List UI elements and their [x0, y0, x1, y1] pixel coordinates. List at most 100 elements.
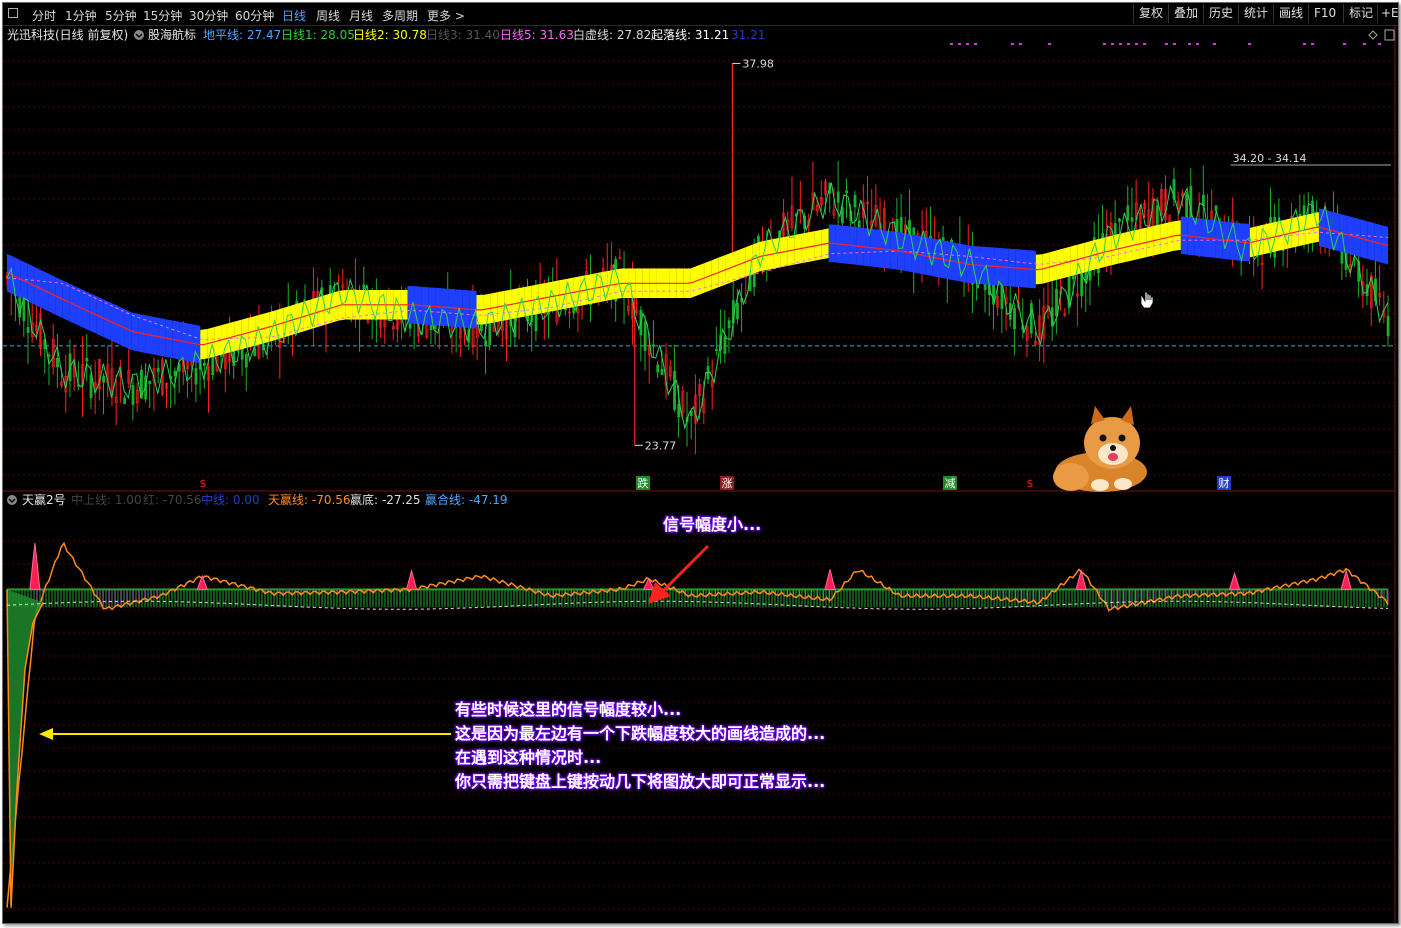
tf-60min[interactable]: 60分钟: [235, 7, 274, 24]
signal-peak: [196, 574, 209, 590]
signal-dot: [1135, 43, 1138, 45]
tf-more[interactable]: 更多 >: [427, 7, 465, 24]
window-icon[interactable]: [1384, 29, 1395, 41]
signal-dot: [1173, 43, 1176, 45]
mark-button[interactable]: 标记: [1343, 4, 1378, 23]
low-price-label: 23.77: [645, 439, 677, 452]
red-arrow: [661, 544, 710, 593]
expand-button[interactable]: +E: [1377, 4, 1398, 23]
tf-daily[interactable]: 日线: [282, 7, 306, 24]
legend-baixuxian: 白虚线: 27.82: [573, 27, 651, 42]
candle-body: [723, 336, 727, 354]
signal-dot: [1019, 43, 1022, 45]
legend-rixian1: 日线1: 28.05: [281, 28, 355, 42]
candle-body: [689, 410, 693, 417]
signal-dot: [1103, 43, 1106, 45]
indicator-toggle-icon[interactable]: [134, 30, 144, 40]
diamond-icon[interactable]: [1368, 30, 1378, 40]
main-indicator-name: 股海航标: [148, 27, 196, 42]
signal-dot: [1311, 43, 1314, 45]
tf-weekly[interactable]: 周线: [316, 7, 340, 24]
candle-body: [1126, 205, 1130, 221]
tf-multi[interactable]: 多周期: [382, 7, 418, 24]
candle-body: [853, 194, 857, 208]
signal-dot: [1127, 43, 1130, 45]
tf-fenshi[interactable]: 分时: [32, 7, 56, 24]
signal-dot: [1196, 43, 1199, 45]
overlay-button[interactable]: 叠加: [1168, 4, 1203, 23]
candle-body: [89, 374, 93, 399]
legend-rixian3: 日线3: 31.40: [426, 28, 500, 42]
candle-body: [244, 353, 248, 368]
note-line-2: 这是因为最左边有一个下跌幅度较大的画线造成的...: [455, 724, 826, 743]
candle-body: [736, 302, 739, 320]
signal-dot: [1048, 43, 1051, 45]
candle-body: [47, 354, 51, 357]
candle-body: [1013, 308, 1016, 330]
stats-button[interactable]: 统计: [1238, 4, 1273, 23]
legend-rixian2: 日线2: 30.78: [353, 28, 427, 42]
signal-peak: [405, 568, 418, 590]
candle-body: [836, 191, 840, 203]
tf-monthly[interactable]: 月线: [349, 7, 373, 24]
candle-body: [148, 380, 152, 385]
candle-body: [1029, 303, 1033, 334]
signal-peak: [1228, 571, 1241, 590]
stock-chart-window: 分时 1分钟 5分钟 15分钟 30分钟 60分钟 日线 周线 月线 多周期 更…: [2, 2, 1399, 924]
legend-dipingxian: 地平线: 27.47: [203, 28, 281, 42]
candle-body: [102, 375, 106, 383]
signal-dot: [1188, 43, 1191, 45]
signal-dot: [1303, 43, 1306, 45]
marker-label: 跌: [638, 476, 649, 490]
menu-square-icon[interactable]: [8, 8, 18, 18]
tf-30min[interactable]: 30分钟: [189, 7, 228, 24]
candle-body: [240, 348, 244, 360]
candle-body: [85, 357, 89, 362]
candle-body: [26, 326, 30, 333]
candle-body: [727, 320, 731, 329]
sub-legend-tianying: 天赢线: -70.56: [268, 492, 351, 507]
candle-body: [841, 207, 844, 224]
note-line-1: 有些时候这里的信号幅度较小...: [455, 700, 682, 719]
signal-dot: [958, 43, 961, 45]
signal-dot: [1165, 43, 1168, 45]
tf-5min[interactable]: 5分钟: [105, 7, 137, 24]
toolbar: 分时 1分钟 5分钟 15分钟 30分钟 60分钟 日线 周线 月线 多周期 更…: [3, 3, 1398, 26]
sub-legend-hong: 红: -70.56: [143, 492, 202, 507]
candle-body: [1340, 250, 1344, 264]
range-label: 34.20 - 34.14: [1233, 152, 1307, 165]
candle-body: [156, 367, 160, 372]
stock-title: 光迅科技(日线 前复权): [7, 27, 128, 42]
candle-body: [1386, 315, 1390, 337]
f10-button[interactable]: F10: [1308, 4, 1341, 23]
signal-dot: [1213, 43, 1216, 45]
draw-button[interactable]: 画线: [1273, 4, 1308, 23]
candle-body: [677, 403, 681, 418]
history-button[interactable]: 历史: [1203, 4, 1238, 23]
sub-legend-yingdi: 赢底: -27.25: [350, 492, 421, 507]
fuquan-button[interactable]: 复权: [1133, 4, 1168, 23]
hand-cursor-icon: [1140, 291, 1154, 309]
candlesticks: [5, 63, 1390, 455]
marker-label: $: [1027, 477, 1034, 490]
signal-dot: [1343, 43, 1346, 45]
candle-body: [484, 340, 488, 347]
legend-qiluoxian: 起落线: 31.21: [651, 28, 729, 42]
tf-15min[interactable]: 15分钟: [143, 7, 182, 24]
candle-body: [131, 385, 135, 405]
signal-dot: [974, 43, 977, 45]
sub-toggle-icon[interactable]: [7, 495, 17, 505]
candle-body: [1118, 218, 1121, 222]
note-line-4: 你只需把键盘上键按动几下将图放大即可正常显示...: [455, 772, 826, 791]
candle-body: [429, 324, 433, 331]
candle-body: [56, 358, 59, 368]
legend-value-extra: 31.21: [731, 28, 765, 42]
tf-1min[interactable]: 1分钟: [65, 7, 97, 24]
candle-body: [715, 348, 718, 352]
signal-peak: [824, 569, 836, 590]
marker-label: $: [200, 477, 207, 490]
trend-band: [7, 208, 1388, 364]
marker-label: 财: [1219, 476, 1230, 490]
candle-body: [1055, 288, 1058, 317]
note-line-3: 在遇到这种情况时...: [455, 748, 602, 767]
